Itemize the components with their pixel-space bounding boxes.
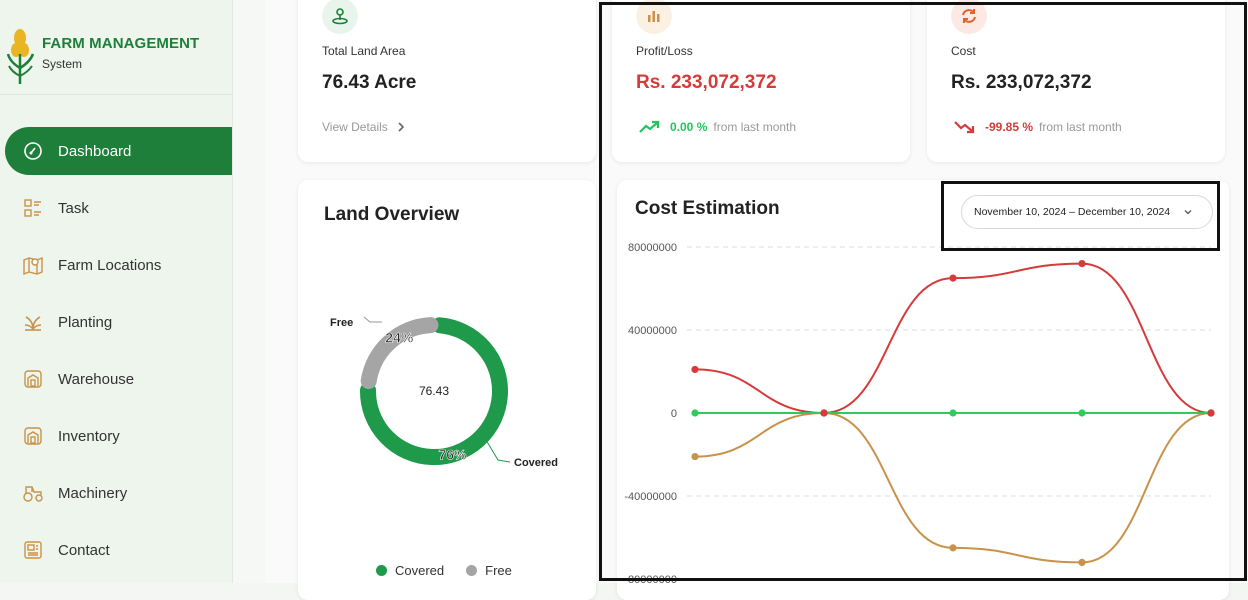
map-pin-icon [20, 252, 46, 278]
donut-label-covered-pct: 76% [438, 446, 467, 462]
sidebar-item-task[interactable]: Task [5, 184, 232, 232]
sidebar-item-label: Farm Locations [58, 256, 162, 274]
covered-leader-line [485, 439, 511, 463]
donut-center-value: 76.43 [419, 384, 449, 398]
donut-label-free-pct: 24% [385, 330, 414, 346]
sidebar-item-planting[interactable]: Planting [5, 298, 232, 346]
gauge-icon [20, 138, 46, 164]
contact-icon [20, 537, 46, 563]
sprout-icon [20, 309, 46, 335]
sidebar-item-contact[interactable]: Contact [5, 526, 232, 574]
land-area-card: Total Land Area 76.43 Acre View Details [298, 0, 596, 162]
sidebar: FARM MANAGEMENT System Dashboard Task Fa… [0, 0, 233, 583]
sidebar-item-label: Inventory [58, 427, 120, 445]
sidebar-item-dashboard[interactable]: Dashboard [5, 127, 232, 175]
land-pin-icon [322, 0, 358, 34]
sidebar-item-label: Machinery [58, 484, 128, 502]
donut-legend: Covered Free [376, 563, 512, 578]
highlight-frame-chart [599, 2, 1247, 581]
brand-subtitle: System [42, 57, 83, 71]
main-content: Total Land Area 76.43 Acre View Details … [265, 0, 1248, 600]
checklist-icon [20, 195, 46, 221]
sidebar-item-farm-locations[interactable]: Farm Locations [5, 241, 232, 289]
view-details-link[interactable]: View Details [322, 120, 408, 134]
land-area-value: 76.43 Acre [322, 72, 417, 93]
sidebar-item-label: Planting [58, 313, 113, 331]
donut-outside-label-covered: Covered [514, 457, 558, 469]
legend-swatch-free [466, 565, 478, 576]
sidebar-item-machinery[interactable]: Machinery [5, 469, 232, 517]
free-leader-line [363, 316, 382, 323]
land-donut-chart: 76.43 76% 24% Free Covered [330, 316, 558, 469]
sidebar-item-label: Dashboard [58, 142, 132, 160]
brand-title: FARM MANAGEMENT [42, 35, 200, 52]
tractor-icon [20, 480, 46, 506]
sidebar-divider [0, 94, 232, 95]
sidebar-item-warehouse[interactable]: Warehouse [5, 355, 232, 403]
view-details-label: View Details [322, 120, 388, 134]
sidebar-item-label: Task [58, 199, 89, 217]
stat-label: Total Land Area [322, 44, 406, 58]
wheat-logo-icon [6, 29, 35, 84]
legend-label-free: Free [485, 563, 512, 578]
chevron-right-icon [398, 122, 404, 132]
sidebar-item-label: Contact [58, 541, 110, 559]
highlight-frame-date-picker [941, 181, 1220, 251]
sidebar-item-inventory[interactable]: Inventory [5, 412, 232, 460]
land-overview-card: Land Overview 76.43 76% 24% Free Covered… [298, 180, 596, 600]
sidebar-gap [233, 0, 265, 583]
warehouse-icon [20, 366, 46, 392]
legend-label-covered: Covered [395, 563, 445, 578]
sidebar-item-label: Warehouse [58, 370, 135, 388]
donut-outside-label-free: Free [330, 317, 353, 329]
inventory-icon [20, 423, 46, 449]
legend-swatch-covered [376, 565, 387, 576]
